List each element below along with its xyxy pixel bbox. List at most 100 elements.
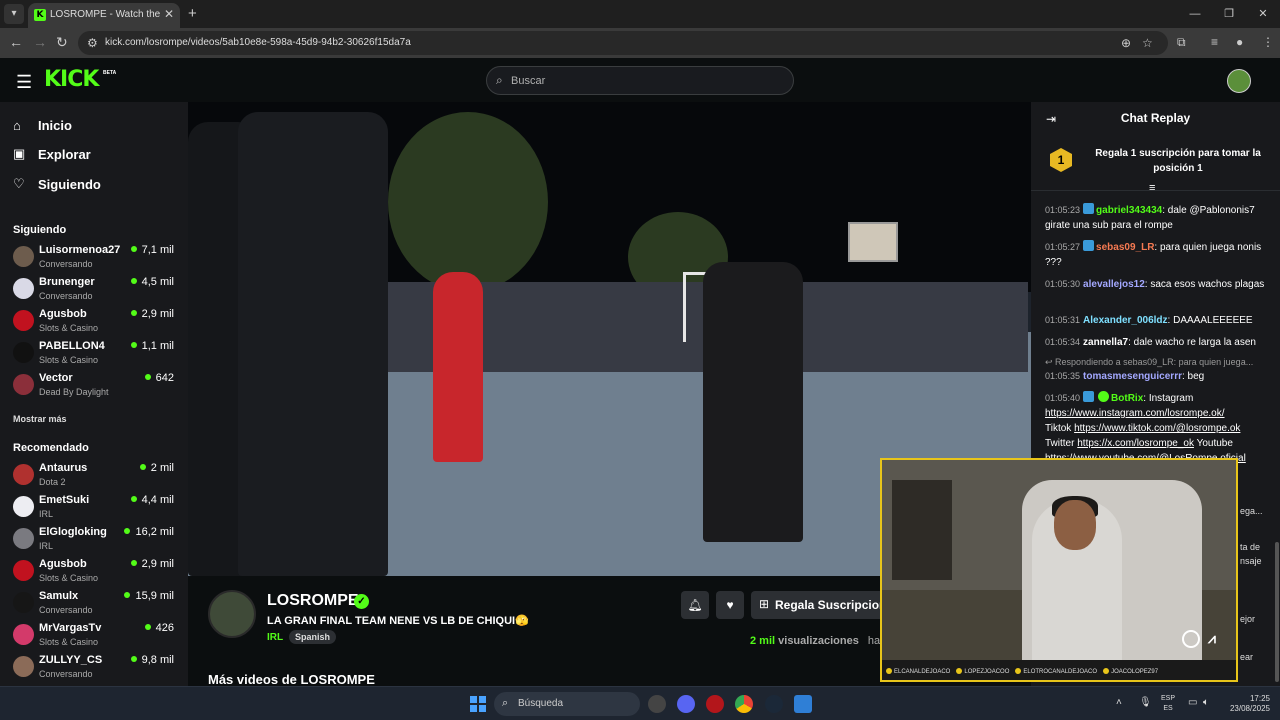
forward-button[interactable]: → bbox=[33, 34, 47, 50]
sidebar-channel-zullyy_cs[interactable]: ZULLYY_CS Conversando 9,8 mil bbox=[13, 653, 181, 683]
channel-name: Antaurus bbox=[39, 462, 88, 474]
site-info-icon[interactable]: ⚙ bbox=[87, 36, 98, 50]
network-icon[interactable]: ▭ bbox=[1188, 697, 1197, 708]
streamer-avatar[interactable] bbox=[208, 590, 256, 638]
chrome-app-icon[interactable] bbox=[735, 695, 753, 713]
video-category[interactable]: IRL bbox=[267, 632, 283, 643]
reply-reference[interactable]: ↩ Respondiendo a sebas09_LR: para quien … bbox=[1045, 357, 1273, 368]
msg-user[interactable]: sebas09_LR bbox=[1096, 242, 1154, 253]
notification-bell-button[interactable]: 🔔︎ bbox=[681, 591, 709, 619]
sidebar-channel-mrvargastv[interactable]: MrVargasTv Slots & Casino 426 bbox=[13, 621, 181, 651]
back-button[interactable]: ← bbox=[9, 34, 23, 50]
msg-time: 01:05:40 bbox=[1045, 393, 1081, 403]
youtube-label: Youtube bbox=[1196, 438, 1233, 449]
kick-header: ☰ KICK BETA ⌕ bbox=[0, 58, 1280, 102]
following-section-title: Siguiendo bbox=[13, 224, 67, 236]
menu-icon[interactable]: ☰ bbox=[16, 72, 32, 93]
bookmark-star-icon[interactable]: ☆ bbox=[1142, 36, 1153, 50]
sub-leaderboard-banner[interactable]: 1 Regala 1 suscripción para tomar la pos… bbox=[1031, 136, 1280, 191]
tab-close-icon[interactable]: ✕ bbox=[164, 7, 174, 21]
compass-icon: ▣ bbox=[13, 146, 26, 161]
browser-tab[interactable]: K LOSROMPE - Watch the VOD ✕ bbox=[28, 3, 180, 28]
follow-heart-button[interactable]: ♥ bbox=[716, 591, 744, 619]
channel-name: MrVargasTv bbox=[39, 622, 102, 634]
obs-app-icon[interactable] bbox=[648, 695, 666, 713]
sidebar-channel-emetsuki[interactable]: EmetSuki IRL 4,4 mil bbox=[13, 493, 181, 523]
search-input[interactable] bbox=[511, 72, 771, 90]
msg-user[interactable]: BotRix bbox=[1111, 393, 1143, 404]
sidebar-channel-pabellon4[interactable]: PABELLON4 Slots & Casino 1,1 mil bbox=[13, 339, 181, 369]
chat-message: 01:05:31 Alexander_006ldz: DAAAALEEEEEE bbox=[1045, 315, 1253, 326]
chat-fragment: ear bbox=[1240, 652, 1254, 662]
collapse-chat-icon[interactable]: ⇥ bbox=[1046, 112, 1056, 126]
kick-favicon-icon: K bbox=[34, 9, 46, 21]
chat-scrollbar[interactable] bbox=[1275, 542, 1279, 682]
address-bar[interactable]: ⚙ kick.com/losrompe/videos/5ab10e8e-598a… bbox=[78, 31, 1168, 55]
msg-text: Instagram bbox=[1148, 393, 1194, 404]
msg-user[interactable]: alevallejos12 bbox=[1083, 279, 1145, 290]
reload-button[interactable]: ↻ bbox=[56, 34, 68, 51]
windows-start-icon[interactable] bbox=[470, 696, 486, 712]
channel-avatar bbox=[13, 310, 34, 331]
sidebar-channel-agusbob[interactable]: Agusbob Slots & Casino 2,9 mil bbox=[13, 307, 181, 337]
channel-viewers: 4,5 mil bbox=[131, 276, 174, 288]
discord-app-icon[interactable] bbox=[677, 695, 695, 713]
msg-user[interactable]: tomasmesenguicerrr bbox=[1083, 371, 1182, 382]
instagram-link[interactable]: https://www.instagram.com/losrompe.ok/ bbox=[1045, 408, 1225, 419]
microphone-icon[interactable]: 🎙︎ bbox=[1139, 697, 1152, 708]
sidebar-channel-elglogloking[interactable]: ElGlogloking IRL 16,2 mil bbox=[13, 525, 181, 555]
subscriber-badge-icon bbox=[1083, 203, 1095, 214]
nav-explorar[interactable]: ▣ Explorar bbox=[13, 143, 91, 165]
language-tag[interactable]: Spanish bbox=[289, 630, 337, 644]
extensions-icon[interactable]: ⧉ bbox=[1177, 35, 1186, 50]
sidebar-channel-brunenger[interactable]: Brunenger Conversando 4,5 mil bbox=[13, 275, 181, 305]
channel-name: PABELLON4 bbox=[39, 340, 105, 352]
msg-time: 01:05:30 bbox=[1045, 279, 1081, 289]
tab-search-button[interactable]: ▾ bbox=[4, 4, 24, 24]
msg-user[interactable]: gabriel343434 bbox=[1096, 205, 1162, 216]
sidebar-channel-samulx[interactable]: Samulx Conversando 15,9 mil bbox=[13, 589, 181, 619]
tiktok-link[interactable]: https://www.tiktok.com/@losrompe.ok bbox=[1074, 423, 1240, 434]
restore-button[interactable]: ❐ bbox=[1212, 0, 1246, 28]
volume-icon[interactable]: 🔈︎ bbox=[1203, 697, 1209, 708]
system-clock[interactable]: 17:25 23/08/2025 bbox=[1224, 694, 1270, 714]
kick-logo[interactable]: KICK bbox=[44, 67, 99, 92]
channel-name: Agusbob bbox=[39, 308, 87, 320]
taskbar-search[interactable]: ⌕ Búsqueda bbox=[494, 692, 640, 716]
language-indicator[interactable]: ESP ES bbox=[1161, 694, 1175, 714]
streamer-name[interactable]: LOSROMPE bbox=[267, 592, 359, 610]
search-box[interactable]: ⌕ bbox=[486, 66, 794, 95]
msg-text: dale wacho re larga la asen bbox=[1133, 337, 1256, 348]
browser-menu-icon[interactable]: ⋮ bbox=[1262, 35, 1274, 49]
media-controls-icon[interactable]: ≡ bbox=[1211, 35, 1218, 49]
chat-message: 01:05:27 sebas09_LR: para quien juega non… bbox=[1045, 240, 1262, 268]
user-avatar[interactable] bbox=[1227, 69, 1251, 93]
gift-subs-button[interactable]: ⊞ Regala Suscripciones bbox=[751, 591, 900, 619]
sidebar-channel-vector[interactable]: Vector Dead By Daylight 642 bbox=[13, 371, 181, 401]
show-more-link[interactable]: Mostrar más bbox=[13, 414, 67, 424]
msg-user[interactable]: Alexander_006ldz bbox=[1083, 315, 1168, 326]
verified-badge-icon bbox=[1098, 391, 1110, 402]
chat-message: 01:05:35 tomasmesenguicerrr: beg bbox=[1045, 371, 1205, 382]
channel-category: Slots & Casino bbox=[39, 355, 99, 365]
nav-inicio[interactable]: ⌂ Inicio bbox=[13, 114, 72, 136]
msg-user[interactable]: zannella7 bbox=[1083, 337, 1128, 348]
app-icon[interactable] bbox=[794, 695, 812, 713]
video-palm-tree bbox=[388, 112, 548, 292]
close-window-button[interactable]: ✕ bbox=[1246, 0, 1280, 28]
sidebar-channel-luisormenoa27[interactable]: Luisormenoa27 Conversando 7,1 mil bbox=[13, 243, 181, 273]
minimize-button[interactable]: — bbox=[1178, 0, 1212, 28]
new-tab-button[interactable]: + bbox=[188, 5, 197, 22]
zoom-icon[interactable]: ⊕ bbox=[1121, 36, 1131, 50]
sidebar-channel-agusbob[interactable]: Agusbob Slots & Casino 2,9 mil bbox=[13, 557, 181, 587]
tray-chevron-icon[interactable]: ˄ bbox=[1116, 697, 1122, 708]
profile-icon[interactable]: ● bbox=[1236, 35, 1243, 49]
tiktok-label: Tiktok bbox=[1045, 423, 1072, 434]
app-icon[interactable] bbox=[706, 695, 724, 713]
sidebar-channel-antaurus[interactable]: Antaurus Dota 2 2 mil bbox=[13, 461, 181, 491]
social-handle: ELOTROCANALDEJOACO bbox=[1015, 668, 1097, 675]
expand-banner-icon[interactable]: ≡ bbox=[1149, 182, 1155, 194]
twitter-link[interactable]: https://x.com/losrompe_ok bbox=[1077, 438, 1194, 449]
nav-siguiendo[interactable]: ♡ Siguiendo bbox=[13, 173, 101, 195]
steam-app-icon[interactable] bbox=[765, 695, 783, 713]
